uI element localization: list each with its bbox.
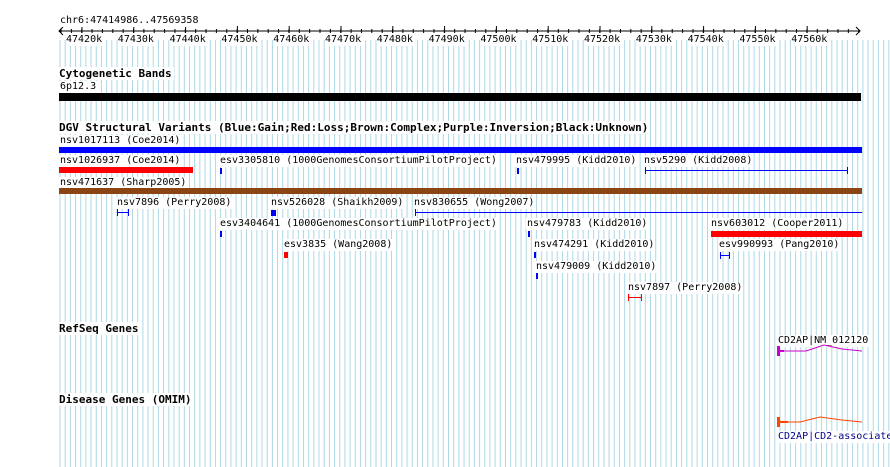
feature-end-nsv7896: [128, 209, 129, 216]
ruler-tick-label: 47420k: [66, 34, 103, 46]
feature-start-nsv7897: [628, 294, 629, 301]
feature-label-nsv1017113: nsv1017113 (Coe2014): [59, 135, 182, 147]
ruler-tick-label: 47480k: [376, 34, 413, 46]
feature-start-nsv830655: [415, 209, 416, 216]
ruler-tick-label: 47530k: [635, 34, 672, 46]
feature-bar-nsv1017113[interactable]: [59, 147, 862, 153]
ruler-tick-label: 47500k: [480, 34, 517, 46]
feature-label-nsv7897: nsv7897 (Perry2008): [627, 282, 744, 294]
gene-label-omim-cd2ap[interactable]: CD2AP|CD2-associate: [777, 431, 890, 443]
feature-label-nsv479783: nsv479783 (Kidd2010): [526, 218, 649, 230]
ruler-tick-label: 47510k: [532, 34, 569, 46]
feature-label-esv3305810: esv3305810 (1000GenomesConsortiumPilotPr…: [219, 155, 498, 167]
track-title-disease-genes-omim: Disease Genes (OMIM): [59, 393, 194, 406]
feature-label-esv3835: esv3835 (Wang2008): [283, 239, 394, 251]
feature-label-nsv474291: nsv474291 (Kidd2010): [533, 239, 656, 251]
ruler-tick-label: 47520k: [584, 34, 621, 46]
cytoband-bar[interactable]: [59, 93, 861, 101]
feature-start-esv990993: [720, 252, 721, 259]
ruler-tick-label: 47560k: [791, 34, 828, 46]
feature-end-esv990993: [729, 252, 730, 259]
feature-label-nsv830655: nsv830655 (Wong2007): [413, 197, 536, 209]
feature-bar-nsv526028[interactable]: [271, 210, 276, 216]
ruler-tick-label: 47490k: [428, 34, 465, 46]
feature-label-nsv5290: nsv5290 (Kidd2008): [643, 155, 754, 167]
ruler-tick-label: 47550k: [739, 34, 776, 46]
track-title-dgv: DGV Structural Variants (Blue:Gain;Red:L…: [59, 121, 651, 134]
cytoband-label: 6p12.3: [59, 81, 98, 93]
ruler-coordinates: chr6:47414986..47569358: [59, 15, 200, 27]
gene-model-omim-cd2ap[interactable]: [776, 414, 862, 430]
feature-label-nsv7896: nsv7896 (Perry2008): [116, 197, 233, 209]
feature-line-nsv5290[interactable]: [645, 170, 848, 171]
ruler-tick-label: 47540k: [687, 34, 724, 46]
feature-bar-esv3404641[interactable]: [220, 231, 222, 237]
ruler-tick-label: 47470k: [325, 34, 362, 46]
feature-bar-nsv603012[interactable]: [711, 231, 862, 237]
feature-start-nsv5290: [645, 167, 646, 174]
feature-bar-nsv471637[interactable]: [59, 188, 862, 194]
feature-end-nsv5290: [847, 167, 848, 174]
feature-bar-nsv479009[interactable]: [536, 273, 538, 279]
track-title-refseq-genes: RefSeq Genes: [59, 322, 141, 335]
feature-bar-nsv1026937[interactable]: [59, 167, 193, 173]
gene-model-refseq-cd2ap[interactable]: [776, 343, 862, 359]
feature-label-nsv603012: nsv603012 (Cooper2011): [710, 218, 845, 230]
feature-label-nsv479009: nsv479009 (Kidd2010): [535, 261, 658, 273]
ruler-tick-label: 47460k: [273, 34, 310, 46]
feature-line-nsv830655[interactable]: [415, 212, 862, 213]
feature-label-nsv526028: nsv526028 (Shaikh2009): [270, 197, 405, 209]
feature-bar-nsv479995[interactable]: [517, 168, 519, 174]
feature-bar-esv3305810[interactable]: [220, 168, 222, 174]
ruler-tick-label: 47430k: [117, 34, 154, 46]
feature-line-nsv7897[interactable]: [628, 297, 642, 298]
feature-label-esv3404641: esv3404641 (1000GenomesConsortiumPilotPr…: [219, 218, 498, 230]
feature-bar-nsv474291[interactable]: [534, 252, 536, 258]
ruler-ticks: [60, 26, 860, 33]
feature-bar-nsv479783[interactable]: [528, 231, 530, 237]
feature-end-nsv7897: [641, 294, 642, 301]
track-title-cytogenetic-bands: Cytogenetic Bands: [59, 67, 174, 80]
ruler-tick-label: 47450k: [221, 34, 258, 46]
feature-start-nsv7896: [117, 209, 118, 216]
ruler-tick-label: 47440k: [169, 34, 206, 46]
feature-label-nsv479995: nsv479995 (Kidd2010): [515, 155, 638, 167]
feature-bar-esv3835[interactable]: [284, 252, 288, 258]
feature-label-nsv1026937: nsv1026937 (Coe2014): [59, 155, 182, 167]
feature-label-esv990993: esv990993 (Pang2010): [718, 239, 841, 251]
